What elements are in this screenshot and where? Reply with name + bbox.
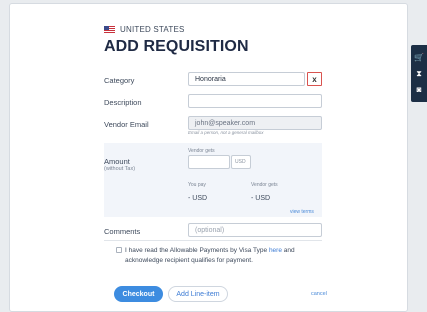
vendor-gets-label: Vendor gets: [188, 148, 215, 154]
you-pay-label: You pay: [188, 182, 206, 188]
category-label: Category: [104, 76, 135, 85]
page-title: ADD REQUISITION: [104, 38, 249, 55]
clear-category-button[interactable]: x: [307, 72, 322, 86]
add-line-item-button[interactable]: Add Line-item: [168, 286, 228, 302]
currency-field: USD: [231, 155, 251, 169]
category-select[interactable]: Honoraria: [188, 72, 305, 86]
us-flag-icon: [104, 26, 115, 33]
side-toolbar: 🛒 ⧗ ◙: [411, 45, 427, 102]
view-terms-link[interactable]: view terms: [290, 209, 314, 215]
acknowledge-text: I have read the Allowable Payments by Vi…: [125, 246, 330, 266]
vendor-email-value: john@speaker.com: [195, 119, 256, 127]
acknowledge-checkbox[interactable]: [116, 247, 122, 253]
checkout-button[interactable]: Checkout: [114, 286, 163, 302]
ack-text-before: I have read the Allowable Payments by Vi…: [125, 247, 269, 254]
vendor-email-field: john@speaker.com: [188, 116, 322, 130]
allowable-payments-link[interactable]: here: [269, 247, 282, 254]
briefcase-icon[interactable]: ◙: [417, 85, 422, 94]
category-value: Honoraria: [195, 75, 226, 83]
currency-label: USD: [235, 159, 246, 165]
cart-icon[interactable]: 🛒: [414, 53, 424, 62]
amount-sublabel: (without Tax): [104, 166, 136, 172]
vendor-gets-result-label: Vendor gets: [251, 182, 278, 188]
description-input[interactable]: [188, 94, 322, 108]
comments-label: Comments: [104, 227, 141, 236]
amount-input[interactable]: [188, 155, 230, 169]
country-label: UNITED STATES: [120, 25, 185, 34]
amount-label: Amount: [104, 157, 130, 166]
comments-placeholder: (optional): [195, 226, 225, 234]
cancel-link[interactable]: cancel: [311, 291, 327, 297]
vendor-email-label: Vendor Email: [104, 120, 149, 129]
description-label: Description: [104, 98, 142, 107]
you-pay-value: - USD: [188, 195, 208, 202]
vendor-email-hint: Email a person, not a general mailbox: [188, 130, 264, 135]
divider: [104, 240, 322, 241]
comments-input[interactable]: (optional): [188, 223, 322, 237]
vendor-gets-value: - USD: [251, 195, 271, 202]
country-header: UNITED STATES: [104, 25, 185, 34]
hourglass-icon[interactable]: ⧗: [416, 69, 422, 78]
